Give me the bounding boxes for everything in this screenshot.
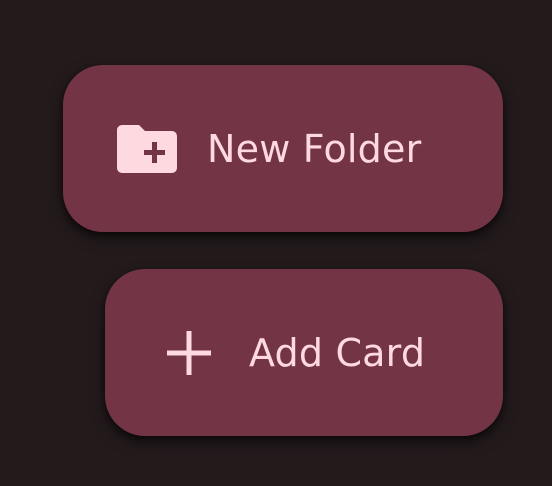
add-icon — [167, 330, 211, 375]
create-new-folder-icon — [117, 124, 177, 173]
new-folder-button[interactable]: New Folder — [63, 65, 503, 232]
new-folder-label: New Folder — [207, 126, 422, 171]
add-card-label: Add Card — [249, 330, 426, 375]
add-card-button[interactable]: Add Card — [105, 269, 503, 436]
